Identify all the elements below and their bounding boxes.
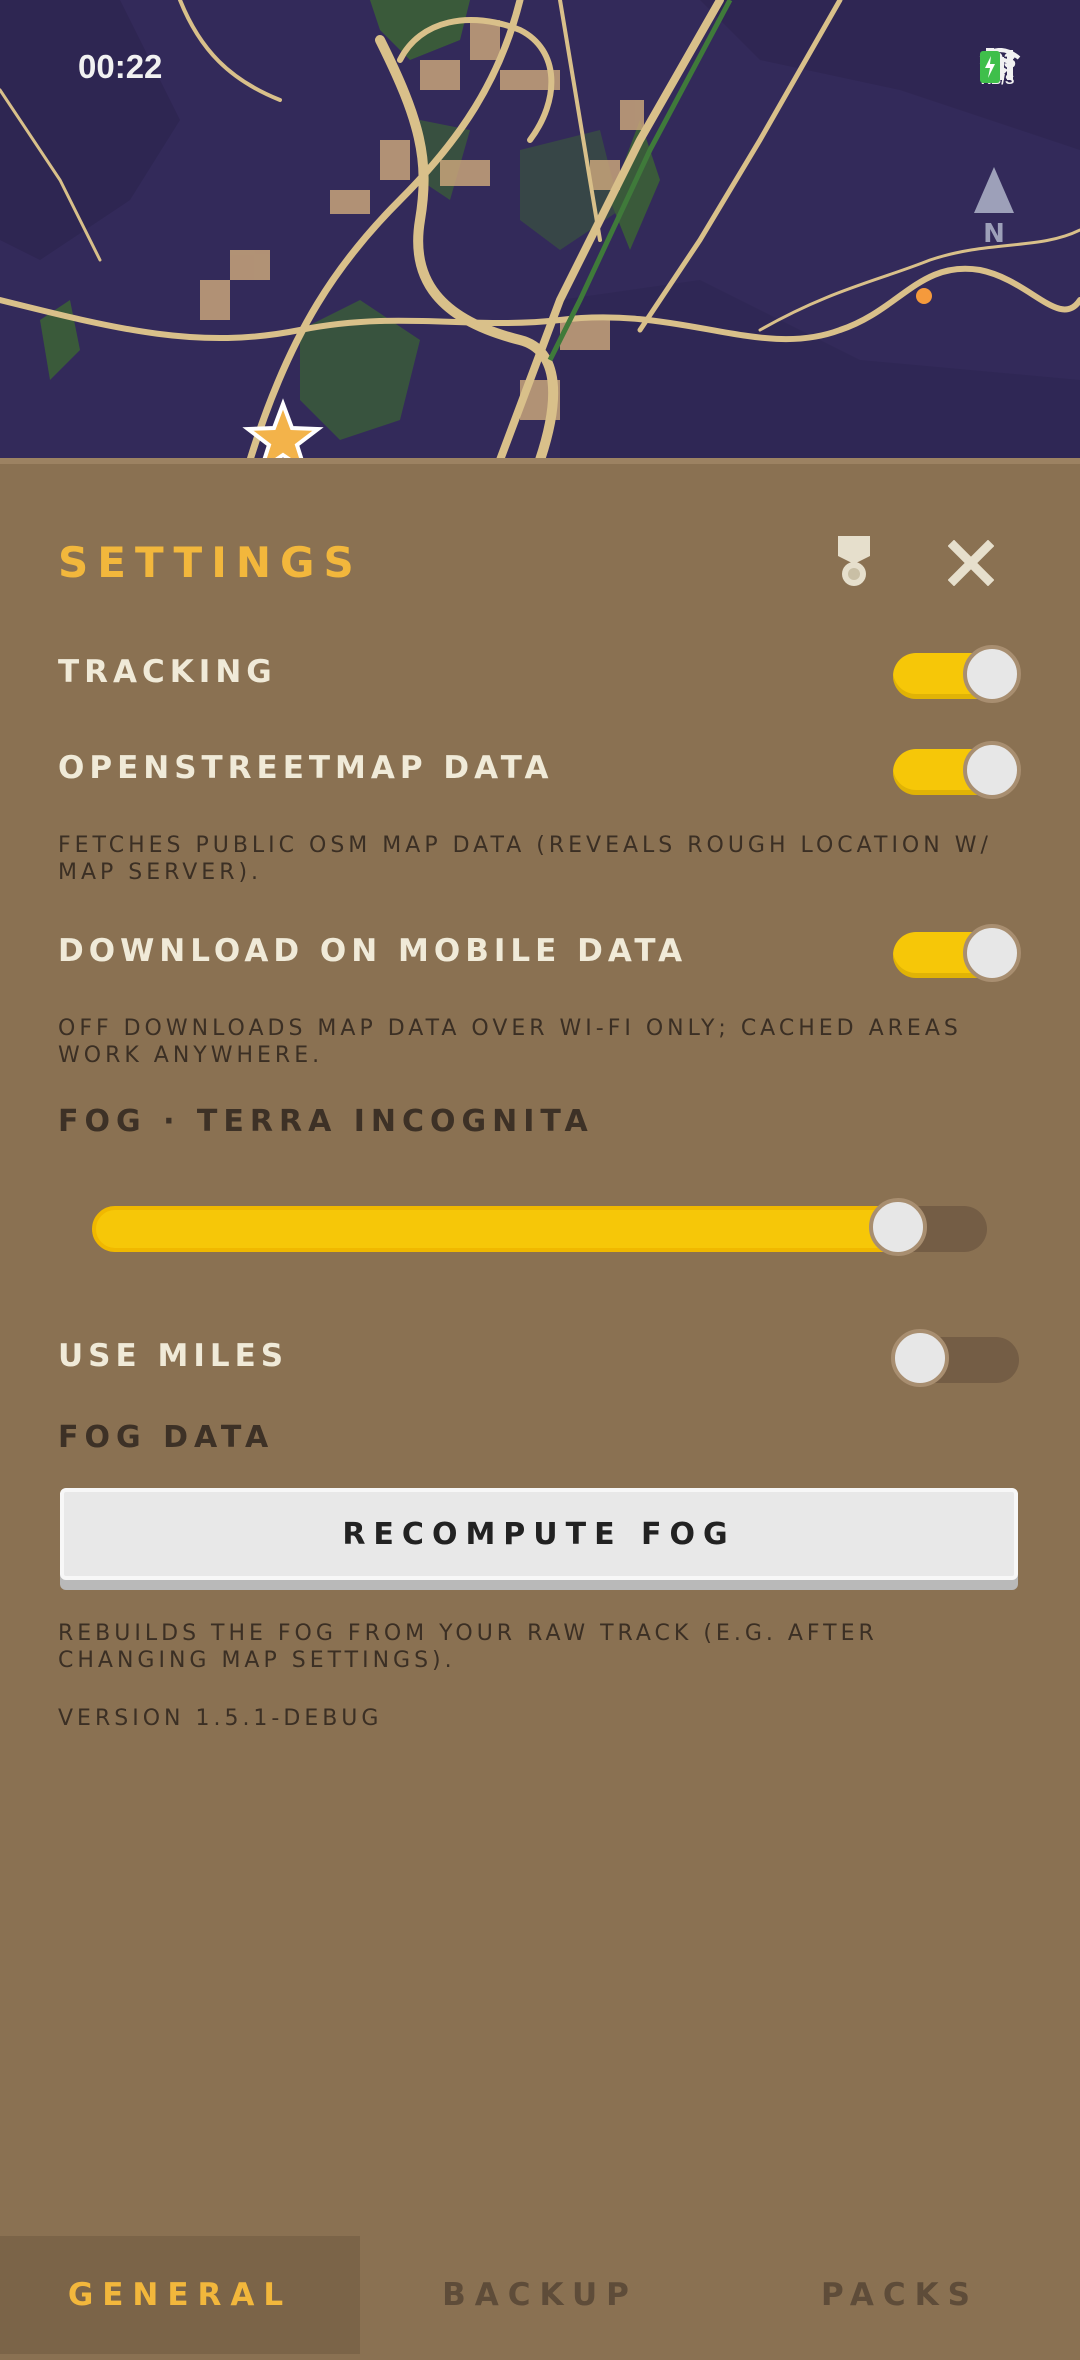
close-icon[interactable] <box>948 540 994 586</box>
tab-general[interactable]: GENERAL <box>0 2236 360 2354</box>
miles-label: USE MILES <box>58 1338 289 1374</box>
fog-slider[interactable] <box>92 1198 987 1256</box>
fog-data-description: REBUILDS THE FOG FROM YOUR RAW TRACK (E.… <box>58 1621 878 1673</box>
osm-description: FETCHES PUBLIC OSM MAP DATA (REVEALS ROU… <box>58 833 992 885</box>
page-title: SETTINGS <box>58 538 363 587</box>
fog-label: FOG · TERRA INCOGNITA <box>58 1104 594 1139</box>
badge-icon[interactable] <box>832 534 876 590</box>
map-view[interactable]: 00:22 803 KB/S <box>0 0 1080 460</box>
toggle-knob <box>891 1329 949 1387</box>
tab-packs[interactable]: PACKS <box>720 2236 1080 2354</box>
toggle-knob <box>963 645 1021 703</box>
bottom-tabs: GENERAL BACKUP PACKS <box>0 2236 1080 2354</box>
battery-charging-icon <box>980 48 1001 83</box>
compass[interactable]: N <box>966 165 1022 250</box>
poi-dot[interactable] <box>916 288 932 304</box>
toggle-knob <box>963 924 1021 982</box>
status-icons: 803 KB/S <box>979 48 1021 92</box>
mobile-data-description: OFF DOWNLOADS MAP DATA OVER WI-FI ONLY; … <box>58 1016 962 1068</box>
tracking-label: TRACKING <box>58 654 277 690</box>
settings-panel: SETTINGS TRACKING OPENSTREETMAP DATA FET… <box>0 458 1080 2360</box>
compass-arrow-icon <box>974 167 1014 213</box>
status-time: 00:22 <box>78 48 163 85</box>
recompute-fog-button[interactable]: RECOMPUTE FOG <box>60 1488 1018 1580</box>
tracking-toggle[interactable] <box>893 645 1021 703</box>
toggle-knob <box>963 741 1021 799</box>
version-text: VERSION 1.5.1-DEBUG <box>58 1706 383 1731</box>
osm-toggle[interactable] <box>893 741 1021 799</box>
osm-label: OPENSTREETMAP DATA <box>58 750 554 786</box>
mobile-data-label: DOWNLOAD ON MOBILE DATA <box>58 933 688 969</box>
fog-slider-fill <box>92 1206 918 1252</box>
compass-label: N <box>983 219 1005 249</box>
fog-data-label: FOG DATA <box>58 1420 275 1455</box>
location-star-icon[interactable] <box>242 398 324 460</box>
miles-toggle[interactable] <box>891 1329 1019 1387</box>
fog-slider-knob[interactable] <box>868 1198 927 1256</box>
tab-backup[interactable]: BACKUP <box>360 2236 720 2354</box>
mobile-data-toggle[interactable] <box>893 924 1021 982</box>
